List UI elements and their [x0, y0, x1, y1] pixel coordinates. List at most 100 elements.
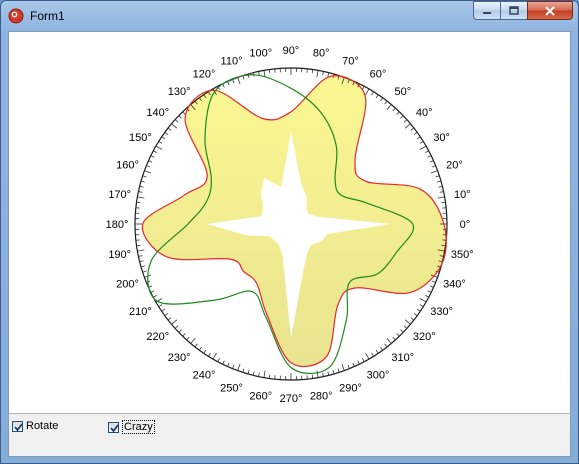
- angle-label: 330°: [430, 306, 453, 318]
- polar-tick: [182, 333, 186, 337]
- angle-label: 160°: [116, 160, 139, 172]
- angle-label: 310°: [391, 352, 414, 364]
- angle-label: 280°: [310, 390, 333, 402]
- polar-tick: [217, 358, 220, 362]
- window-title: Form1: [30, 9, 65, 23]
- polar-tick: [400, 329, 404, 333]
- polar-tick: [419, 140, 424, 144]
- polar-tick: [347, 364, 350, 369]
- polar-tick: [137, 249, 145, 252]
- polar-tick: [429, 160, 434, 163]
- polar-tick: [375, 349, 379, 354]
- polar-tick: [237, 77, 241, 85]
- angle-label: 270°: [280, 393, 303, 405]
- polar-tick: [263, 370, 266, 378]
- polar-tick: [158, 304, 163, 308]
- polar-tick: [146, 165, 151, 168]
- angle-label: 20°: [446, 160, 463, 172]
- rotate-checkbox-row[interactable]: Rotate: [12, 420, 58, 432]
- crazy-label: Crazy: [122, 420, 155, 434]
- polar-tick: [425, 295, 429, 298]
- polar-tick: [161, 308, 166, 312]
- polar-tick: [153, 295, 157, 298]
- angle-label: 130°: [168, 86, 191, 98]
- polar-tick: [194, 343, 198, 348]
- close-button[interactable]: [527, 1, 573, 20]
- angle-label: 300°: [367, 370, 390, 382]
- check-icon: [110, 423, 119, 432]
- angle-label: 50°: [394, 86, 411, 98]
- title-bar[interactable]: Form1: [1, 1, 578, 31]
- angle-label: 200°: [116, 278, 139, 290]
- polar-tick: [186, 336, 190, 341]
- angle-label: 140°: [146, 107, 169, 119]
- polar-tick: [311, 69, 314, 74]
- polar-tick: [139, 260, 144, 263]
- angle-label: 260°: [249, 390, 272, 402]
- maximize-button[interactable]: [500, 1, 527, 20]
- polar-tick: [441, 244, 446, 247]
- polar-chart-panel: 0° 10° 20° 30° 40° 50° 60° 70° 80° 90° 100° 110° 120…: [9, 32, 570, 414]
- polar-tick: [237, 363, 241, 371]
- polar-tick: [167, 127, 172, 131]
- rotate-checkbox[interactable]: [12, 420, 23, 432]
- polar-tick: [161, 136, 166, 140]
- polar-tick: [380, 346, 384, 351]
- polar-tick: [392, 336, 396, 341]
- angle-label: 110°: [221, 56, 243, 68]
- polar-tick: [362, 358, 365, 362]
- minimize-button[interactable]: [473, 1, 500, 20]
- angle-label: 230°: [168, 352, 191, 364]
- polar-tick: [437, 196, 445, 199]
- polar-tick: [396, 333, 400, 337]
- polar-tick: [164, 313, 169, 317]
- polar-tick: [322, 372, 324, 377]
- polar-tick: [427, 290, 432, 293]
- angle-label: 340°: [443, 278, 466, 290]
- minimize-icon: [483, 11, 491, 14]
- angle-label: 250°: [220, 382, 243, 394]
- polar-tick: [148, 160, 153, 163]
- polar-tick: [438, 185, 443, 188]
- polar-tick: [136, 244, 141, 247]
- polar-tick: [341, 363, 345, 371]
- angle-label: 80°: [313, 48, 330, 60]
- polar-tick: [137, 196, 145, 199]
- polar-tick: [413, 131, 418, 135]
- polar-tick: [386, 104, 392, 111]
- polar-tick: [171, 123, 178, 129]
- polar-tick: [178, 115, 182, 119]
- polar-tick: [144, 170, 152, 174]
- check-icon: [14, 422, 23, 431]
- angle-label: 60°: [370, 68, 387, 80]
- angle-label: 220°: [146, 331, 169, 343]
- crazy-checkbox[interactable]: [108, 421, 119, 433]
- polar-tick: [316, 370, 319, 378]
- polar-tick: [203, 349, 207, 354]
- polar-tick: [174, 119, 179, 123]
- angle-label: 240°: [193, 370, 216, 382]
- polar-tick: [384, 100, 388, 105]
- crazy-checkbox-row[interactable]: Crazy: [108, 420, 155, 434]
- polar-tick: [375, 94, 379, 99]
- polar-tick: [327, 371, 330, 376]
- polar-tick: [404, 123, 411, 129]
- angle-label: 290°: [339, 382, 362, 394]
- polar-tick: [416, 308, 421, 312]
- polar-tick: [140, 265, 145, 268]
- polar-tick: [252, 371, 255, 376]
- polar-tick: [164, 131, 169, 135]
- polar-tick: [167, 317, 172, 321]
- client-area: 0° 10° 20° 30° 40° 50° 60° 70° 80° 90° 100° 110° 120…: [8, 31, 571, 457]
- polar-tick: [431, 165, 436, 168]
- polar-tick: [322, 71, 324, 76]
- polar-tick: [392, 107, 396, 112]
- polar-tick: [425, 150, 429, 153]
- polar-tick: [138, 191, 143, 193]
- polar-tick: [174, 325, 179, 329]
- polar-tick: [227, 362, 230, 367]
- polar-tick: [247, 370, 250, 375]
- polar-tick: [153, 150, 157, 153]
- polar-tick: [441, 201, 446, 204]
- polar-tick: [242, 368, 245, 373]
